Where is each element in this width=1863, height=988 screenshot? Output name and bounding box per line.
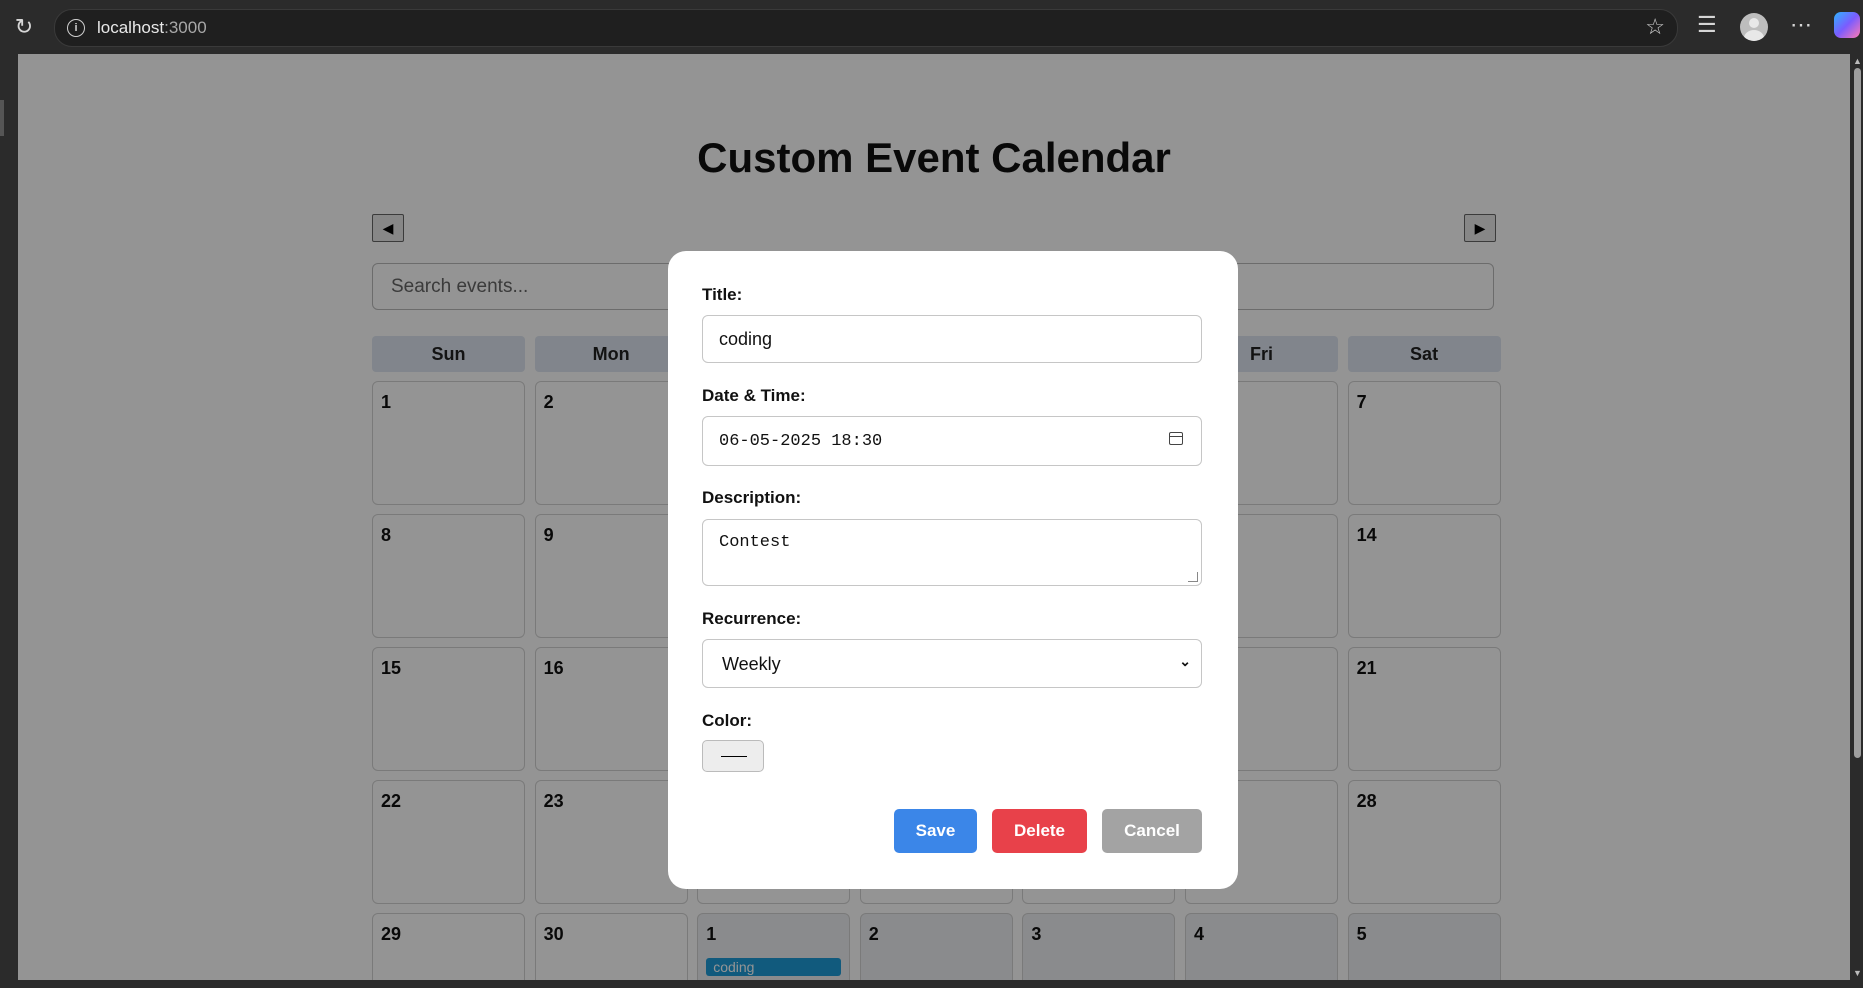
scrollbar[interactable]: ▲ ▼: [1852, 54, 1863, 980]
calendar-picker-icon[interactable]: [1169, 432, 1183, 445]
modal-backdrop[interactable]: Title: coding Date & Time: 06-05-2025 18…: [18, 54, 1850, 980]
recurrence-select[interactable]: Weekly ⌄: [702, 639, 1202, 688]
delete-button[interactable]: Delete: [992, 809, 1087, 853]
copilot-icon[interactable]: [1834, 12, 1860, 38]
url-text: localhost:3000: [97, 18, 207, 37]
profile-avatar[interactable]: [1740, 13, 1768, 41]
datetime-label: Date & Time:: [702, 386, 806, 405]
chevron-down-icon: ⌄: [1179, 653, 1191, 669]
scroll-up-icon[interactable]: ▲: [1853, 56, 1862, 66]
datetime-input[interactable]: 06-05-2025 18:30: [702, 416, 1202, 466]
browser-toolbar: ↻ i localhost:3000 ☆ ☰ ⋯: [0, 0, 1863, 54]
scrollbar-thumb[interactable]: [1854, 68, 1861, 758]
title-input[interactable]: coding: [702, 315, 1202, 363]
scroll-down-icon[interactable]: ▼: [1853, 968, 1862, 978]
sidebar-handle[interactable]: [0, 100, 4, 136]
title-label: Title:: [702, 285, 743, 304]
reload-icon[interactable]: ↻: [12, 15, 36, 39]
event-dialog: Title: coding Date & Time: 06-05-2025 18…: [668, 251, 1238, 889]
save-button[interactable]: Save: [894, 809, 977, 853]
description-label: Description:: [702, 488, 802, 507]
color-picker[interactable]: [702, 740, 764, 772]
color-swatch: [721, 756, 747, 757]
resize-grip-icon[interactable]: [1188, 572, 1198, 582]
favorite-star-icon[interactable]: ☆: [1645, 14, 1665, 40]
address-bar[interactable]: i localhost:3000 ☆: [54, 9, 1678, 47]
recurrence-label: Recurrence:: [702, 609, 802, 628]
favorites-icon[interactable]: ☰: [1697, 12, 1717, 38]
site-info-icon[interactable]: i: [67, 19, 85, 37]
color-label: Color:: [702, 711, 753, 730]
more-options-icon[interactable]: ⋯: [1790, 12, 1812, 38]
cancel-button[interactable]: Cancel: [1102, 809, 1202, 853]
description-textarea[interactable]: Contest: [702, 519, 1202, 586]
